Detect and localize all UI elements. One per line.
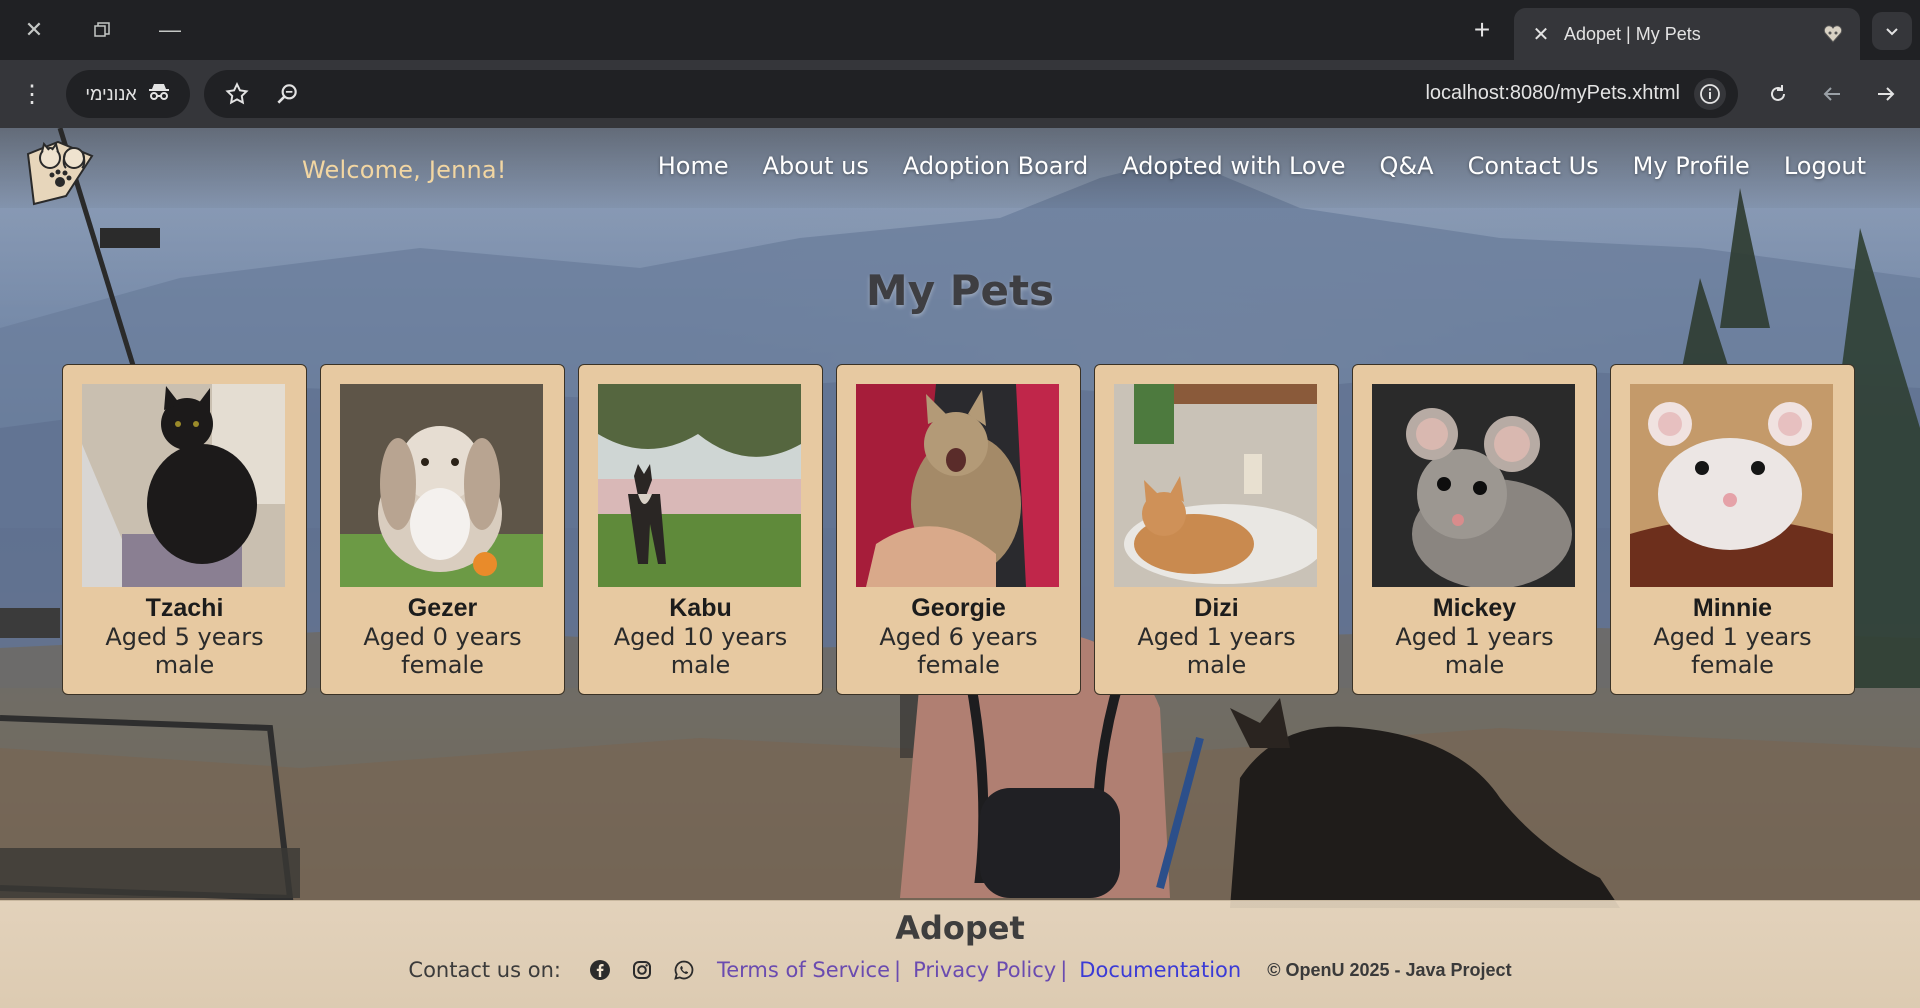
address-bar[interactable]: localhost:8080/myPets.xhtml	[204, 70, 1738, 118]
site-footer: Adopet Contact us on: Terms of Service |…	[0, 900, 1920, 1008]
pet-age: Aged 1 years	[1137, 623, 1296, 651]
window-minimize-icon[interactable]: —	[152, 12, 188, 48]
pet-gender: female	[917, 651, 1000, 679]
bookmark-star-icon[interactable]	[224, 81, 250, 107]
browser-tab-strip: ✕ — + ✕ Adopet | My Pets	[0, 0, 1920, 60]
nav-logout[interactable]: Logout	[1784, 152, 1866, 180]
pet-gender: male	[154, 651, 215, 679]
tab-search-chevron-down-icon[interactable]	[1872, 12, 1912, 50]
pet-gender: male	[1444, 651, 1505, 679]
nav-about-us[interactable]: About us	[763, 152, 869, 180]
new-tab-button[interactable]: +	[1464, 12, 1500, 48]
pet-card-georgie[interactable]: Georgie Aged 6 years female	[836, 364, 1081, 695]
facebook-icon[interactable]	[587, 957, 613, 983]
pet-name: Mickey	[1432, 594, 1517, 622]
pet-name: Georgie	[911, 594, 1006, 622]
footer-links-row: Contact us on: Terms of Service | Privac…	[0, 957, 1920, 983]
site-info-icon[interactable]	[1694, 78, 1726, 110]
nav-adopted-with-love[interactable]: Adopted with Love	[1122, 152, 1345, 180]
pet-age: Aged 10 years	[613, 623, 788, 651]
forward-arrow-icon[interactable]	[1868, 76, 1904, 112]
browser-toolbar: ⋮ אנונימי localhost:8080/myPets.xhtml	[0, 60, 1920, 128]
whatsapp-icon[interactable]	[671, 957, 697, 983]
pet-gender: male	[670, 651, 731, 679]
incognito-icon	[147, 80, 171, 109]
pet-age: Aged 6 years	[879, 623, 1038, 651]
window-restore-icon[interactable]	[84, 12, 120, 48]
footer-title: Adopet	[895, 909, 1025, 947]
pet-card-tzachi[interactable]: Tzachi Aged 5 years male	[62, 364, 307, 695]
page-title: My Pets	[865, 266, 1055, 315]
nav-adoption-board[interactable]: Adoption Board	[903, 152, 1088, 180]
reload-icon[interactable]	[1760, 76, 1796, 112]
pet-name: Gezer	[407, 594, 478, 622]
incognito-indicator[interactable]: אנונימי	[66, 70, 190, 118]
pet-name: Dizi	[1194, 594, 1239, 622]
back-arrow-icon[interactable]	[1814, 76, 1850, 112]
welcome-message: Welcome, Jenna!	[302, 156, 507, 184]
tabby-cat-photo	[856, 384, 1059, 587]
active-tab[interactable]: ✕ Adopet | My Pets	[1514, 8, 1860, 60]
pet-age: Aged 1 years	[1395, 623, 1554, 651]
link-separator: |	[1060, 958, 1068, 982]
main-nav: Home About us Adoption Board Adopted wit…	[658, 152, 1866, 180]
pet-age: Aged 5 years	[105, 623, 264, 651]
tab-close-icon[interactable]: ✕	[1528, 21, 1554, 47]
pet-card-gezer[interactable]: Gezer Aged 0 years female	[320, 364, 565, 695]
pet-card-kabu[interactable]: Kabu Aged 10 years male	[578, 364, 823, 695]
pet-name: Tzachi	[145, 594, 224, 622]
rabbit-photo	[340, 384, 543, 587]
tab-title: Adopet | My Pets	[1564, 23, 1701, 44]
tab-favicon-icon	[1820, 21, 1846, 47]
pet-age: Aged 1 years	[1653, 623, 1812, 651]
terms-of-service-link[interactable]: Terms of Service	[717, 958, 890, 982]
black-cat-photo	[82, 384, 285, 587]
privacy-policy-link[interactable]: Privacy Policy	[913, 958, 1056, 982]
mouse-photo	[1372, 384, 1575, 587]
paw-heart-logo-icon	[26, 140, 94, 206]
nav-my-profile[interactable]: My Profile	[1633, 152, 1750, 180]
pet-name: Kabu	[669, 594, 732, 622]
page-viewport: Welcome, Jenna! Home About us Adoption B…	[0, 128, 1920, 1008]
contact-label: Contact us on:	[408, 958, 561, 982]
link-separator: |	[894, 958, 902, 982]
dog-photo	[598, 384, 801, 587]
pet-card-dizi[interactable]: Dizi Aged 1 years male	[1094, 364, 1339, 695]
pet-age: Aged 0 years	[363, 623, 522, 651]
pet-card-mickey[interactable]: Mickey Aged 1 years male	[1352, 364, 1597, 695]
pet-gender: female	[401, 651, 484, 679]
copyright-text: © OpenU 2025 - Java Project	[1267, 959, 1512, 980]
url-text: localhost:8080/myPets.xhtml	[1425, 82, 1680, 104]
white-mouse-photo	[1630, 384, 1833, 587]
instagram-icon[interactable]	[629, 957, 655, 983]
pet-gender: female	[1691, 651, 1774, 679]
incognito-label: אנונימי	[85, 83, 137, 104]
nav-contact-us[interactable]: Contact Us	[1468, 152, 1599, 180]
nav-home[interactable]: Home	[658, 152, 729, 180]
documentation-link[interactable]: Documentation	[1079, 958, 1241, 982]
nav-qa[interactable]: Q&A	[1380, 152, 1434, 180]
cat-in-sink-photo	[1114, 384, 1317, 587]
pet-card-list: Tzachi Aged 5 years male Gezer Aged 0 ye…	[62, 364, 1855, 695]
browser-menu-icon[interactable]: ⋮	[14, 76, 50, 112]
adopet-logo[interactable]	[22, 134, 106, 206]
pet-name: Minnie	[1692, 594, 1773, 622]
pet-card-minnie[interactable]: Minnie Aged 1 years female	[1610, 364, 1855, 695]
zoom-magnifier-icon[interactable]	[274, 81, 300, 107]
window-close-icon[interactable]: ✕	[16, 12, 52, 48]
pet-gender: male	[1186, 651, 1247, 679]
